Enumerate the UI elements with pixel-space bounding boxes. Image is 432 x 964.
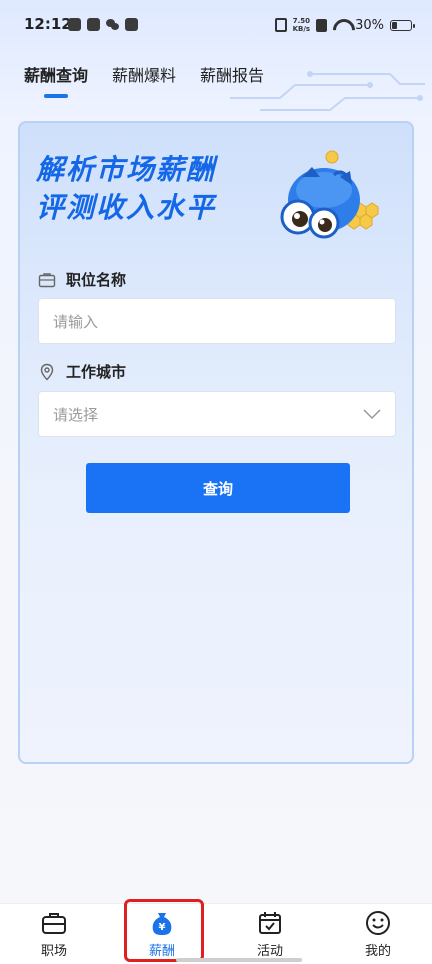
nav-item-activity[interactable]: 活动 xyxy=(230,910,310,959)
nav-label-mine: 我的 xyxy=(364,944,391,959)
app-notification-icon xyxy=(125,18,138,31)
wifi-icon xyxy=(333,19,349,31)
query-button[interactable]: 查询 xyxy=(86,463,350,513)
calendar-check-icon xyxy=(259,912,281,934)
nav-label-workplace: 职场 xyxy=(40,944,67,959)
nav-label-activity: 活动 xyxy=(256,944,283,959)
position-input-placeholder: 请输入 xyxy=(53,312,99,331)
status-time: 12:12 xyxy=(24,15,72,33)
position-label: 职位名称 xyxy=(38,269,126,290)
notification-icons xyxy=(68,18,138,31)
city-label-text: 工作城市 xyxy=(66,363,127,381)
city-select-placeholder: 请选择 xyxy=(53,405,99,424)
city-label: 工作城市 xyxy=(38,361,126,382)
video-app-icon xyxy=(68,18,81,31)
status-bar: 12:12 7.50 KB/s 30% xyxy=(0,0,432,48)
position-input[interactable]: 请输入 xyxy=(38,298,396,344)
headline-line-2: 评测收入水平 xyxy=(36,191,217,224)
wechat-icon xyxy=(106,18,119,31)
tab-salary-query[interactable]: 薪酬查询 xyxy=(24,62,88,98)
location-pin-icon xyxy=(40,363,54,380)
nav-item-mine[interactable]: 我的 xyxy=(338,910,418,959)
battery-percent: 30% xyxy=(355,17,384,33)
home-indicator xyxy=(176,958,302,962)
chevron-down-icon xyxy=(363,409,381,420)
battery-icon xyxy=(390,19,415,31)
headline-line-1: 解析市场薪酬 xyxy=(36,153,217,186)
bottom-nav: 职场 ¥ 薪酬 活动 我的 xyxy=(0,903,432,964)
card-headline: 解析市场薪酬 评测收入水平 xyxy=(36,151,216,227)
status-indicators: 7.50 KB/s 30% xyxy=(274,14,415,36)
smiley-icon xyxy=(366,911,390,935)
battery-fill xyxy=(392,21,398,29)
tab-salary-reveal[interactable]: 薪酬爆料 xyxy=(112,62,176,98)
vibrate-icon xyxy=(274,18,287,32)
network-speed-value: 7.50 xyxy=(292,17,310,25)
salary-query-card: 解析市场薪酬 评测收入水平 职位名称 请输入 工作城市 请选择 查询 xyxy=(18,121,414,764)
network-speed-unit: KB/s xyxy=(292,25,311,33)
city-select[interactable]: 请选择 xyxy=(38,391,396,437)
mascot-illustration xyxy=(280,150,379,239)
network-speed: 7.50 KB/s xyxy=(293,17,310,33)
decorative-circuit-lines xyxy=(230,71,425,111)
mail-app-icon xyxy=(87,18,100,31)
highlight-annotation-box xyxy=(124,899,204,962)
briefcase-icon xyxy=(38,272,56,287)
position-label-text: 职位名称 xyxy=(66,271,127,289)
sim-status-icon xyxy=(316,18,328,32)
briefcase-icon xyxy=(42,913,66,934)
nav-item-workplace[interactable]: 职场 xyxy=(14,910,94,959)
